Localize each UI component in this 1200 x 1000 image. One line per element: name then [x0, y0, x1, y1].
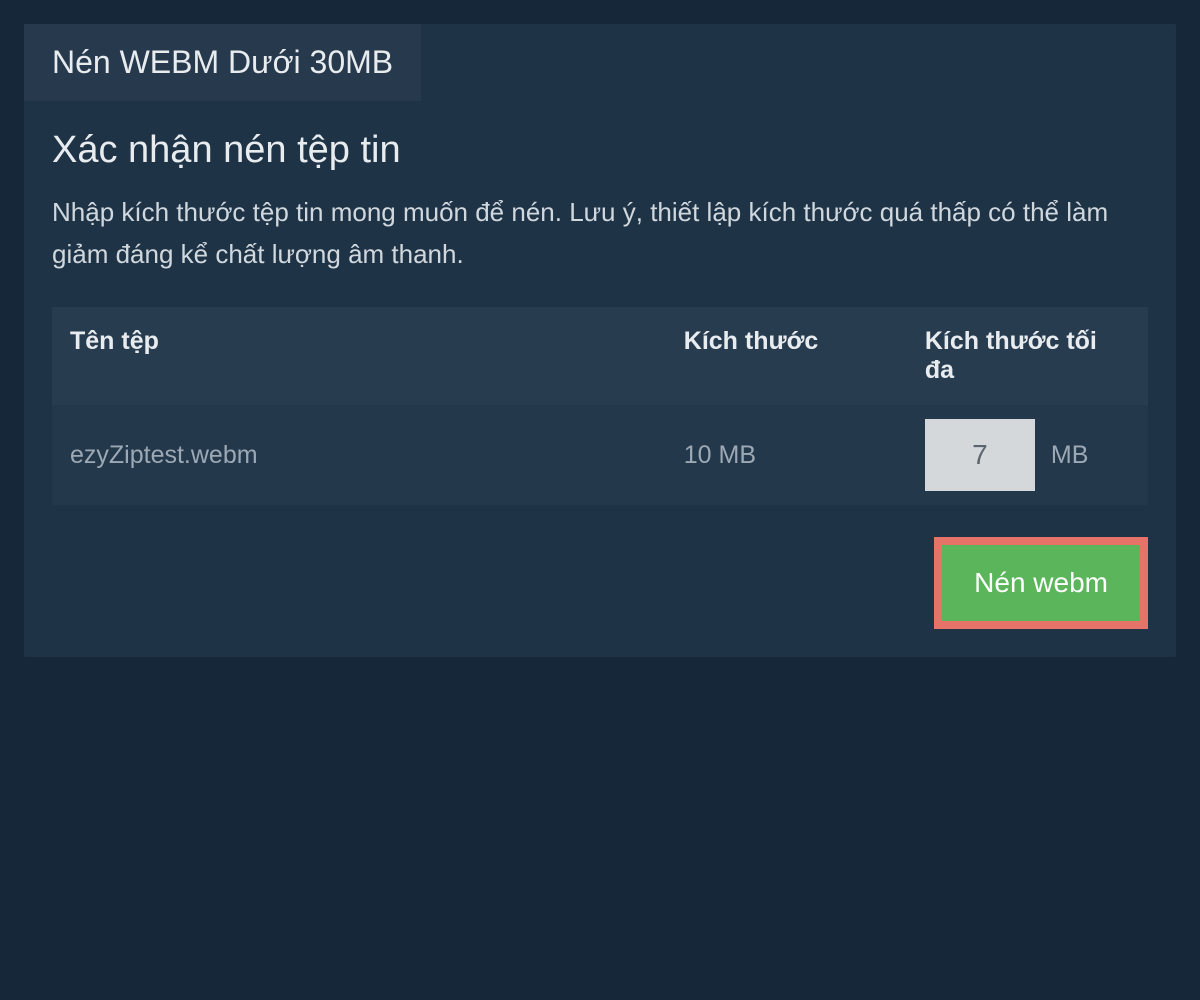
tab-label: Nén WEBM Dưới 30MB [52, 44, 393, 80]
compress-button-highlight: Nén webm [934, 537, 1148, 629]
compress-button[interactable]: Nén webm [942, 545, 1140, 621]
cell-max-size: MB [907, 405, 1148, 505]
tab-compress-webm[interactable]: Nén WEBM Dưới 30MB [24, 24, 421, 101]
header-size: Kích thước [666, 307, 907, 405]
size-input-container: MB [925, 419, 1130, 491]
size-unit-label: MB [1051, 441, 1089, 470]
tab-container: Nén WEBM Dưới 30MB [24, 24, 1176, 101]
cell-size: 10 MB [666, 405, 907, 505]
file-table: Tên tệp Kích thước Kích thước tối đa ezy… [52, 307, 1148, 505]
page-description: Nhập kích thước tệp tin mong muốn để nén… [52, 192, 1148, 275]
header-max-size: Kích thước tối đa [907, 307, 1148, 405]
table-header-row: Tên tệp Kích thước Kích thước tối đa [52, 307, 1148, 405]
page-heading: Xác nhận nén tệp tin [52, 129, 1148, 172]
button-container: Nén webm [52, 537, 1148, 629]
table-row: ezyZiptest.webm 10 MB MB [52, 405, 1148, 505]
cell-filename: ezyZiptest.webm [52, 405, 666, 505]
max-size-input[interactable] [925, 419, 1035, 491]
header-filename: Tên tệp [52, 307, 666, 405]
card-content: Xác nhận nén tệp tin Nhập kích thước tệp… [24, 101, 1176, 657]
compression-card: Nén WEBM Dưới 30MB Xác nhận nén tệp tin … [24, 24, 1176, 657]
